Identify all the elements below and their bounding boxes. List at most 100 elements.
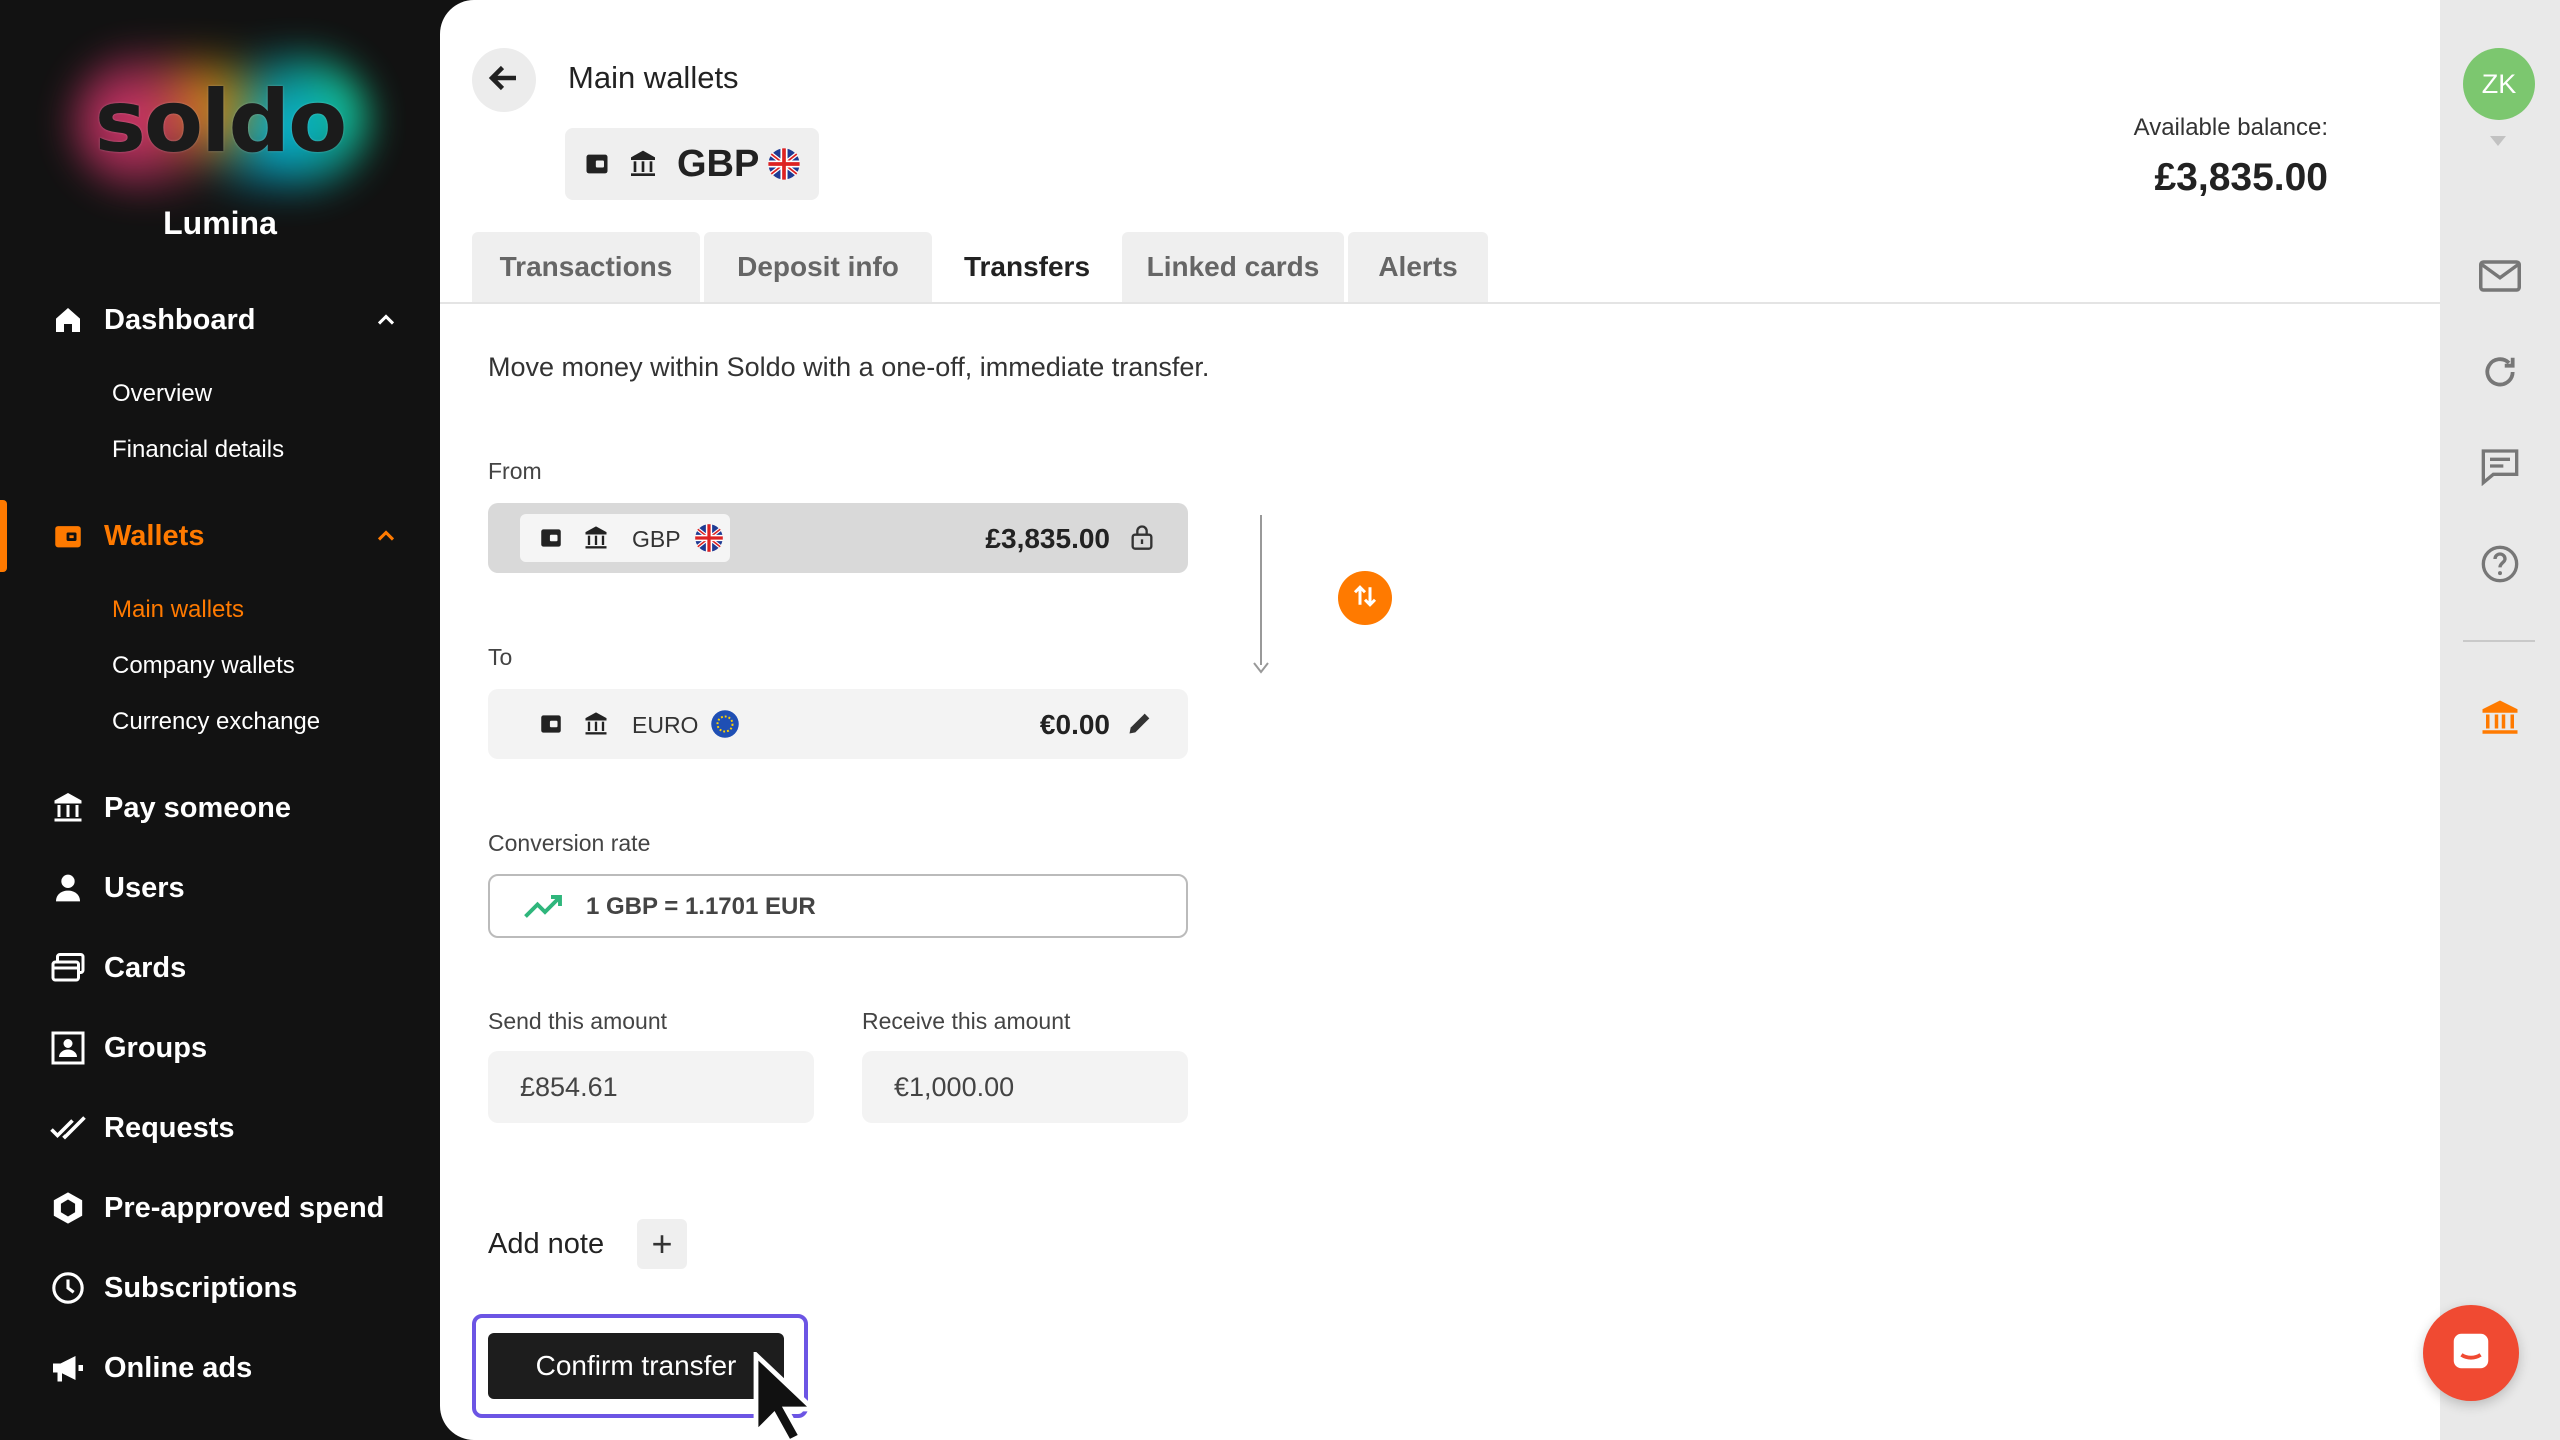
receive-amount-label: Receive this amount xyxy=(862,1008,1071,1034)
cards-icon xyxy=(50,950,86,986)
sidebar-item-label: Groups xyxy=(104,1031,208,1064)
sidebar-item-label: Users xyxy=(104,871,185,904)
tab-deposit-info[interactable]: Deposit info xyxy=(704,232,932,302)
bank-icon[interactable] xyxy=(2478,696,2522,740)
receive-amount-value: €1,000.00 xyxy=(894,1071,1015,1102)
sidebar-item-online-ads[interactable]: Online ads xyxy=(0,1338,440,1398)
sidebar-item-pre-approved-spend[interactable]: Pre-approved spend xyxy=(0,1178,440,1238)
from-wallet-selector[interactable]: GBP £3,835.00 xyxy=(488,503,1188,573)
sidebar-item-label: Dashboard xyxy=(104,303,256,336)
sidebar: soldo Lumina Dashboard Overview Financia… xyxy=(0,0,440,1440)
tab-transactions[interactable]: Transactions xyxy=(472,232,700,302)
groups-icon xyxy=(50,1030,86,1066)
send-amount-label: Send this amount xyxy=(488,1008,668,1034)
sidebar-item-users[interactable]: Users xyxy=(0,858,440,918)
tab-divider xyxy=(440,302,2440,304)
swap-arrows-icon xyxy=(1350,581,1380,616)
chat-icon[interactable] xyxy=(2478,444,2522,488)
confirm-transfer-button[interactable]: Confirm transfer xyxy=(488,1333,784,1399)
mail-icon[interactable] xyxy=(2478,254,2522,298)
to-wallet-selector[interactable]: EURO €0.00 xyxy=(488,689,1188,759)
pencil-icon[interactable] xyxy=(1126,709,1154,742)
wallet-icon xyxy=(583,150,611,183)
sidebar-item-dashboard[interactable]: Dashboard xyxy=(0,290,440,350)
support-chat-button[interactable] xyxy=(2423,1305,2519,1401)
sidebar-item-label: Wallets xyxy=(104,519,205,552)
from-currency: GBP xyxy=(632,526,681,552)
tab-bar: Transactions Deposit info Transfers Link… xyxy=(472,232,1488,302)
chevron-up-icon[interactable] xyxy=(372,306,400,334)
uk-flag-icon xyxy=(767,147,801,186)
bank-icon xyxy=(582,524,610,557)
tab-transfers[interactable]: Transfers xyxy=(936,232,1118,302)
page-title: Main wallets xyxy=(568,60,739,95)
swap-wallets-button[interactable] xyxy=(1338,571,1392,625)
available-balance-amount: £3,835.00 xyxy=(2154,156,2328,199)
double-check-icon xyxy=(50,1110,86,1146)
eu-flag-icon xyxy=(710,709,740,744)
from-wallet-chip: GBP xyxy=(520,514,730,562)
wallet-icon xyxy=(538,525,564,556)
avatar[interactable]: ZK xyxy=(2463,48,2535,120)
back-button[interactable] xyxy=(472,48,536,112)
sidebar-item-groups[interactable]: Groups xyxy=(0,1018,440,1078)
rail-divider xyxy=(2463,640,2535,642)
to-amount: €0.00 xyxy=(1039,709,1110,740)
home-icon xyxy=(50,302,86,338)
wallet-icon xyxy=(50,518,86,554)
user-icon xyxy=(50,870,86,906)
to-label: To xyxy=(488,644,513,670)
sidebar-subitem-overview[interactable]: Overview xyxy=(112,380,212,408)
chat-bubble-icon xyxy=(2448,1328,2494,1379)
from-amount: £3,835.00 xyxy=(985,523,1110,554)
sidebar-subitem-currency-exchange[interactable]: Currency exchange xyxy=(112,708,320,736)
wallet-chip: GBP xyxy=(565,128,819,200)
sidebar-item-label: Online ads xyxy=(104,1351,253,1384)
chevron-up-icon[interactable] xyxy=(372,522,400,550)
help-icon[interactable] xyxy=(2478,542,2522,586)
sidebar-item-label: Pre-approved spend xyxy=(104,1191,385,1224)
sidebar-item-subscriptions[interactable]: Subscriptions xyxy=(0,1258,440,1318)
refresh-icon[interactable] xyxy=(2478,350,2522,394)
tab-alerts[interactable]: Alerts xyxy=(1348,232,1488,302)
sidebar-item-pay-someone[interactable]: Pay someone xyxy=(0,778,440,838)
lock-icon xyxy=(1128,522,1156,557)
sidebar-item-label: Subscriptions xyxy=(104,1271,298,1304)
bank-icon xyxy=(582,710,610,743)
sidebar-item-label: Cards xyxy=(104,951,187,984)
add-note-label: Add note xyxy=(488,1228,605,1260)
wallet-icon xyxy=(538,711,564,742)
from-label: From xyxy=(488,458,542,484)
arrow-down-icon xyxy=(1251,655,1271,680)
tab-linked-cards[interactable]: Linked cards xyxy=(1122,232,1344,302)
conversion-rate-value: 1 GBP = 1.1701 EUR xyxy=(586,893,816,920)
arrow-left-icon xyxy=(486,60,522,101)
logo-text: soldo xyxy=(94,72,347,172)
bank-transfer-icon xyxy=(50,790,86,826)
receive-amount-input[interactable]: €1,000.00 xyxy=(862,1051,1188,1123)
wallet-currency: GBP xyxy=(677,142,760,185)
sidebar-subitem-financial-details[interactable]: Financial details xyxy=(112,436,284,464)
sidebar-item-cards[interactable]: Cards xyxy=(0,938,440,998)
sidebar-subitem-main-wallets[interactable]: Main wallets xyxy=(112,596,244,624)
transfer-direction-line xyxy=(1260,515,1262,665)
company-name: Lumina xyxy=(163,205,277,241)
soldo-logo[interactable]: soldo xyxy=(70,52,370,192)
send-amount-value: £854.61 xyxy=(520,1071,618,1102)
sidebar-item-requests[interactable]: Requests xyxy=(0,1098,440,1158)
mouse-pointer-icon xyxy=(750,1349,822,1440)
send-amount-input[interactable]: £854.61 xyxy=(488,1051,814,1123)
clock-icon xyxy=(50,1270,86,1306)
sidebar-subitem-company-wallets[interactable]: Company wallets xyxy=(112,652,295,680)
available-balance-label: Available balance: xyxy=(2133,114,2328,141)
to-currency: EURO xyxy=(632,712,699,738)
trending-up-icon xyxy=(524,890,566,927)
hexagon-icon xyxy=(50,1190,86,1226)
megaphone-icon xyxy=(50,1350,86,1386)
add-note-button[interactable]: + xyxy=(637,1219,687,1269)
sidebar-item-wallets[interactable]: Wallets xyxy=(0,506,440,566)
caret-down-icon[interactable] xyxy=(2488,134,2508,153)
sidebar-item-label: Requests xyxy=(104,1111,235,1144)
uk-flag-icon xyxy=(694,523,724,558)
conversion-rate-label: Conversion rate xyxy=(488,830,651,856)
